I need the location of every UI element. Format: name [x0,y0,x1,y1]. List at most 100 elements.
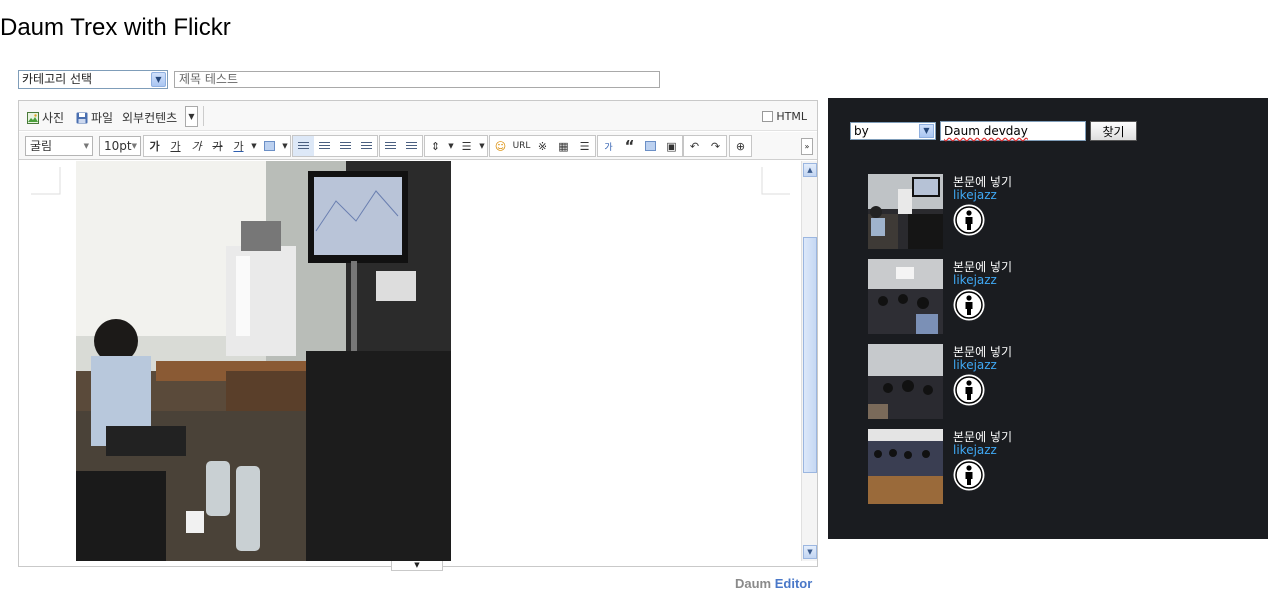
redo-button[interactable]: ↷ [705,136,726,156]
chevron-down-icon[interactable]: ▼ [280,136,290,156]
align-center-icon [319,141,330,151]
editor-scrollbar[interactable]: ▲ ▼ [801,161,817,561]
align-center-button[interactable] [314,136,335,156]
result-thumbnail[interactable] [868,344,943,419]
search-by-value: by [854,124,869,138]
font-family-select[interactable]: 굴림 ▼ [25,136,93,156]
font-family-value: 굴림 [30,139,53,153]
person-icon[interactable] [953,374,985,406]
align-justify-icon [361,141,372,151]
author-link[interactable]: likejazz [953,358,997,372]
image-icon [27,111,39,124]
attach-file-button[interactable]: 파일 [76,109,113,126]
author-link[interactable]: likejazz [953,188,997,202]
font-size-value: 10pt [104,139,132,153]
undo-button[interactable]: ↶ [684,136,705,156]
result-thumbnail[interactable] [868,429,943,504]
category-select-value: 카테고리 선택 [22,72,93,86]
horizontal-rule-button[interactable]: ☰ [574,136,595,156]
background-icon [645,141,656,151]
insert-link-button[interactable]: URL [511,136,532,156]
indent-button[interactable] [380,136,401,156]
insert-table-button[interactable]: ▦ [553,136,574,156]
line-height-icon: ⇕ [430,139,441,153]
emoticon-button[interactable]: ☺ [490,136,511,156]
title-input[interactable]: 제목 테스트 [174,71,660,88]
attach-file-label: 파일 [91,111,114,125]
search-by-select[interactable]: by ▼ [850,122,936,140]
html-checkbox[interactable] [762,111,774,122]
attach-photo-button[interactable]: 사진 [27,109,64,126]
underline-button[interactable]: 가 [165,136,186,156]
history-group: ↶ ↷ [683,135,727,157]
align-right-icon [340,141,351,151]
chevron-down-icon[interactable]: ▼ [919,124,934,138]
save-icon: ▣ [666,139,677,153]
expand-toolbar-button[interactable]: » [801,138,813,155]
align-left-icon [298,141,309,151]
person-icon[interactable] [953,289,985,321]
category-select[interactable]: 카테고리 선택 ▼ [18,70,168,89]
chevron-down-icon[interactable]: ▼ [151,72,166,87]
author-link[interactable]: likejazz [953,273,997,287]
scroll-down-icon[interactable]: ▼ [803,545,817,559]
chevron-down-icon: ▼ [131,142,137,150]
brand-editor: Editor [774,576,813,591]
chevron-down-icon[interactable]: ▼ [249,136,259,156]
thumbnail-image [868,429,943,504]
person-icon[interactable] [953,459,985,491]
scroll-thumb[interactable] [803,237,817,473]
smiley-icon: ☺ [494,139,507,153]
content-photo[interactable] [76,161,451,561]
person-icon[interactable] [953,204,985,236]
editor-content[interactable] [19,161,802,561]
block-group: 가 “ ▣ [597,135,683,157]
special-char-button[interactable]: ※ [532,136,553,156]
background-color-button[interactable] [259,136,280,156]
background-button[interactable] [640,136,661,156]
redo-icon: ↷ [710,139,721,153]
indent-group [379,135,423,157]
align-left-button[interactable] [293,136,314,156]
search-input[interactable]: Daum devday [940,121,1086,141]
text-box-button[interactable]: 가 [598,136,619,156]
thumbnail-image [868,259,943,334]
blockquote-button[interactable]: “ [619,136,640,156]
editor-brand: Daum Editor [735,576,812,591]
indent-icon [385,141,396,151]
italic-button[interactable]: 가 [186,136,207,156]
attach-external-button[interactable]: 외부컨텐츠 [122,109,177,126]
globe-icon: ⊕ [735,139,746,153]
chevron-down-icon[interactable]: ▼ [446,136,456,156]
page-title: Daum Trex with Flickr [0,14,231,41]
chevron-down-icon: ▼ [83,142,89,150]
list-button[interactable]: ☰ [456,136,477,156]
result-thumbnail[interactable] [868,174,943,249]
editor-toolbar-attach: 사진 파일 외부컨텐츠 ▼ HTML [19,101,817,131]
resize-handle[interactable]: ▼ [391,561,443,571]
author-link[interactable]: likejazz [953,443,997,457]
strikethrough-button[interactable]: 가 [207,136,228,156]
chevron-down-icon[interactable]: ▼ [477,136,487,156]
align-right-button[interactable] [335,136,356,156]
font-color-button[interactable]: 가 [228,136,249,156]
save-draft-button[interactable]: ▣ [661,136,682,156]
globe-button[interactable]: ⊕ [730,136,751,156]
outdent-button[interactable] [401,136,422,156]
line-height-button[interactable]: ⇕ [425,136,446,156]
undo-icon: ↶ [689,139,700,153]
result-thumbnail[interactable] [868,259,943,334]
bold-button[interactable]: 가 [144,136,165,156]
font-size-select[interactable]: 10pt ▼ [99,136,141,156]
scroll-up-icon[interactable]: ▲ [803,163,817,177]
table-icon: ▦ [558,139,569,153]
chevron-down-icon[interactable]: ▼ [185,106,198,127]
align-justify-button[interactable] [356,136,377,156]
html-mode-toggle[interactable]: HTML [762,110,807,123]
flickr-result: 본문에 넣기 likejazz [868,259,1168,335]
highlight-icon [264,141,275,151]
divider [203,106,204,126]
search-button[interactable]: 찾기 [1090,121,1137,141]
outdent-icon [406,141,417,151]
photo-scene [76,161,451,561]
